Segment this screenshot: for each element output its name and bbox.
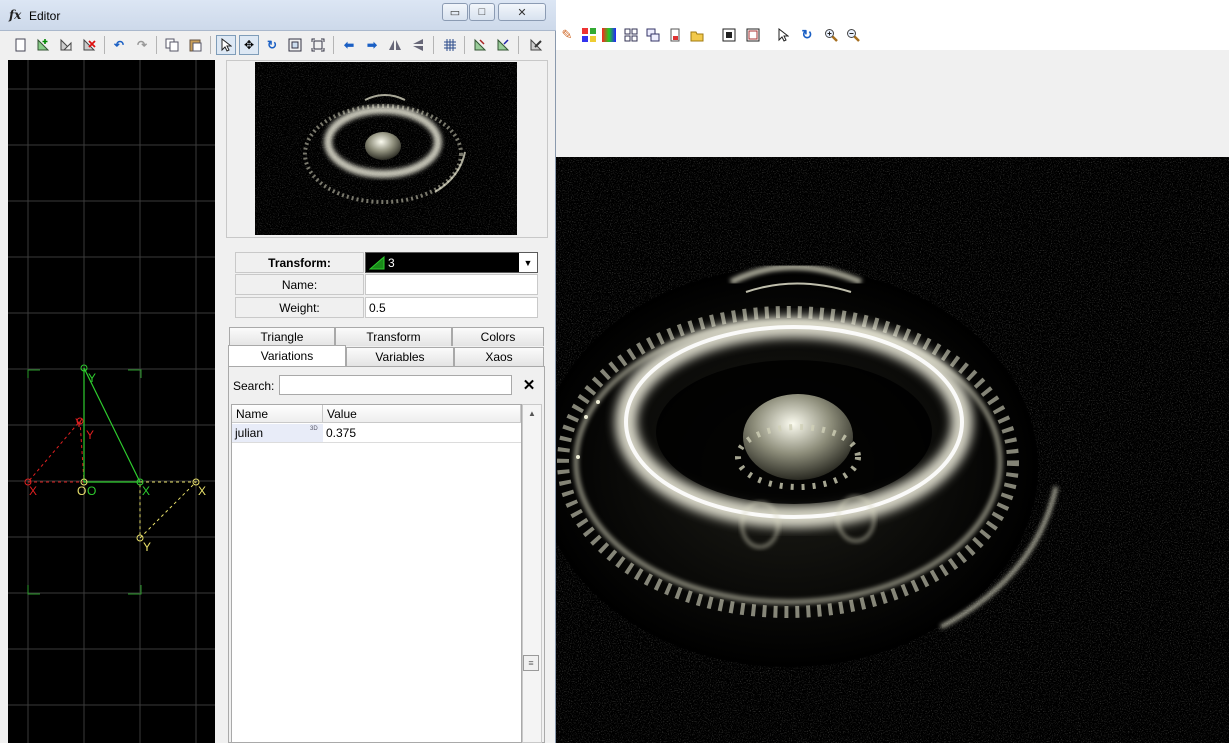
close-icon[interactable]: ✕ <box>521 375 537 395</box>
zoom-in-icon[interactable] <box>822 26 840 44</box>
close-icon: ✕ <box>517 6 527 19</box>
toolbar-separator <box>333 36 334 54</box>
select-pointer-icon[interactable] <box>216 35 236 55</box>
edit-pencil-icon[interactable]: ✎ <box>558 26 576 44</box>
minimize-icon: ▭ <box>449 6 461 19</box>
document-icon[interactable] <box>666 26 684 44</box>
flip-right-icon[interactable]: ➡ <box>362 35 382 55</box>
tab-transform[interactable]: Transform <box>335 327 452 346</box>
tab-xaos[interactable]: Xaos <box>454 347 544 366</box>
tiles-icon[interactable] <box>622 26 640 44</box>
minimize-button[interactable]: ▭ <box>442 3 468 21</box>
zoom-out-icon[interactable] <box>844 26 862 44</box>
column-header-name[interactable]: Name <box>232 405 323 423</box>
toolbar-separator <box>156 36 157 54</box>
transform-select-value: 3 <box>388 255 395 270</box>
grid-icon[interactable] <box>440 35 460 55</box>
frame-icon[interactable] <box>744 26 762 44</box>
reset-transform-icon[interactable] <box>493 35 513 55</box>
scale-icon[interactable] <box>285 35 305 55</box>
transform-select[interactable]: 3 <box>365 252 538 273</box>
redo-icon[interactable]: ↷ <box>132 35 152 55</box>
main-workspace <box>556 50 1229 157</box>
scrollbar-thumb[interactable]: ≡ <box>523 655 539 671</box>
fractal-preview <box>255 62 517 235</box>
red-y2-label: Y <box>86 428 95 442</box>
table-scrollbar[interactable] <box>522 404 542 743</box>
flip-left-icon[interactable]: ⬅ <box>339 35 359 55</box>
fullscreen-icon[interactable] <box>720 26 738 44</box>
editor-window: fx Editor ▭ □ ✕ ↶ ↷ ✥ ↻ ⬅ ➡ X Y Y Y X O … <box>0 0 556 743</box>
search-label: Search: <box>233 379 275 393</box>
toolbar-separator <box>518 36 519 54</box>
add-transform-icon[interactable] <box>33 35 53 55</box>
green-y-label: Y <box>88 371 97 385</box>
red-x-label: X <box>29 484 38 498</box>
delete-transform-icon[interactable] <box>79 35 99 55</box>
toolbar-separator <box>210 36 211 54</box>
scroll-up-icon[interactable]: ▲ <box>523 406 541 420</box>
toolbar-separator <box>104 36 105 54</box>
chevron-down-icon[interactable]: ▼ <box>519 253 537 272</box>
fractal-render-view[interactable] <box>556 157 1229 743</box>
mirror-horizontal-icon[interactable] <box>385 35 405 55</box>
search-input[interactable] <box>279 375 512 395</box>
paste-icon[interactable] <box>185 35 205 55</box>
editor-titlebar[interactable]: fx Editor ▭ □ ✕ <box>0 0 556 31</box>
weight-input[interactable]: 0.5 <box>365 297 538 318</box>
variations-table <box>231 404 522 743</box>
post-transform-icon[interactable] <box>470 35 490 55</box>
rotate-icon[interactable]: ↻ <box>262 35 282 55</box>
origin-label: O <box>87 484 97 498</box>
triangle-icon <box>369 255 385 269</box>
origin-label: O <box>77 484 87 498</box>
close-button[interactable]: ✕ <box>498 3 546 21</box>
fx-icon: fx <box>9 8 22 22</box>
name-label: Name: <box>235 274 364 295</box>
duplicate-transform-icon[interactable] <box>56 35 76 55</box>
red-y-label: Y <box>75 416 84 430</box>
windows-icon[interactable] <box>644 26 662 44</box>
mirror-vertical-icon[interactable] <box>408 35 428 55</box>
main-window-titlebar <box>556 0 1229 23</box>
maximize-icon: □ <box>478 6 486 18</box>
edit-icon[interactable] <box>526 35 546 55</box>
undo-icon[interactable]: ↶ <box>109 35 129 55</box>
window-title: Editor <box>29 9 61 23</box>
editor-toolbar: ↶ ↷ ✥ ↻ ⬅ ➡ <box>6 32 552 58</box>
yellow-x-label: X <box>198 484 207 498</box>
tab-variables[interactable]: Variables <box>346 347 454 366</box>
variation-value-cell[interactable]: 0.375 <box>323 424 521 443</box>
triangle-editor-canvas[interactable]: X Y Y Y X O O X Y <box>8 60 215 743</box>
folder-icon[interactable] <box>688 26 706 44</box>
weight-label: Weight: <box>235 297 364 318</box>
column-header-value[interactable]: Value <box>323 405 521 423</box>
green-x-label: X <box>142 484 151 498</box>
transform-label: Transform: <box>235 252 364 273</box>
name-input[interactable] <box>365 274 538 295</box>
toolbar-separator <box>464 36 465 54</box>
main-toolbar: ✎ ↻ <box>556 22 1229 51</box>
toolbar-separator <box>433 36 434 54</box>
tab-colors[interactable]: Colors <box>452 327 544 346</box>
move-icon[interactable]: ✥ <box>239 35 259 55</box>
gradient-icon[interactable] <box>600 26 618 44</box>
3d-badge: 3D <box>310 426 318 432</box>
yellow-y-label: Y <box>143 540 152 554</box>
maximize-button[interactable]: □ <box>469 3 495 21</box>
palette-grid-icon[interactable] <box>580 26 598 44</box>
pointer-icon[interactable] <box>774 26 792 44</box>
rotate-icon[interactable]: ↻ <box>798 26 816 44</box>
tab-variations[interactable]: Variations <box>228 345 346 366</box>
copy-icon[interactable] <box>162 35 182 55</box>
fit-icon[interactable] <box>308 35 328 55</box>
tab-triangle[interactable]: Triangle <box>229 327 335 346</box>
new-transform-icon[interactable] <box>10 35 30 55</box>
